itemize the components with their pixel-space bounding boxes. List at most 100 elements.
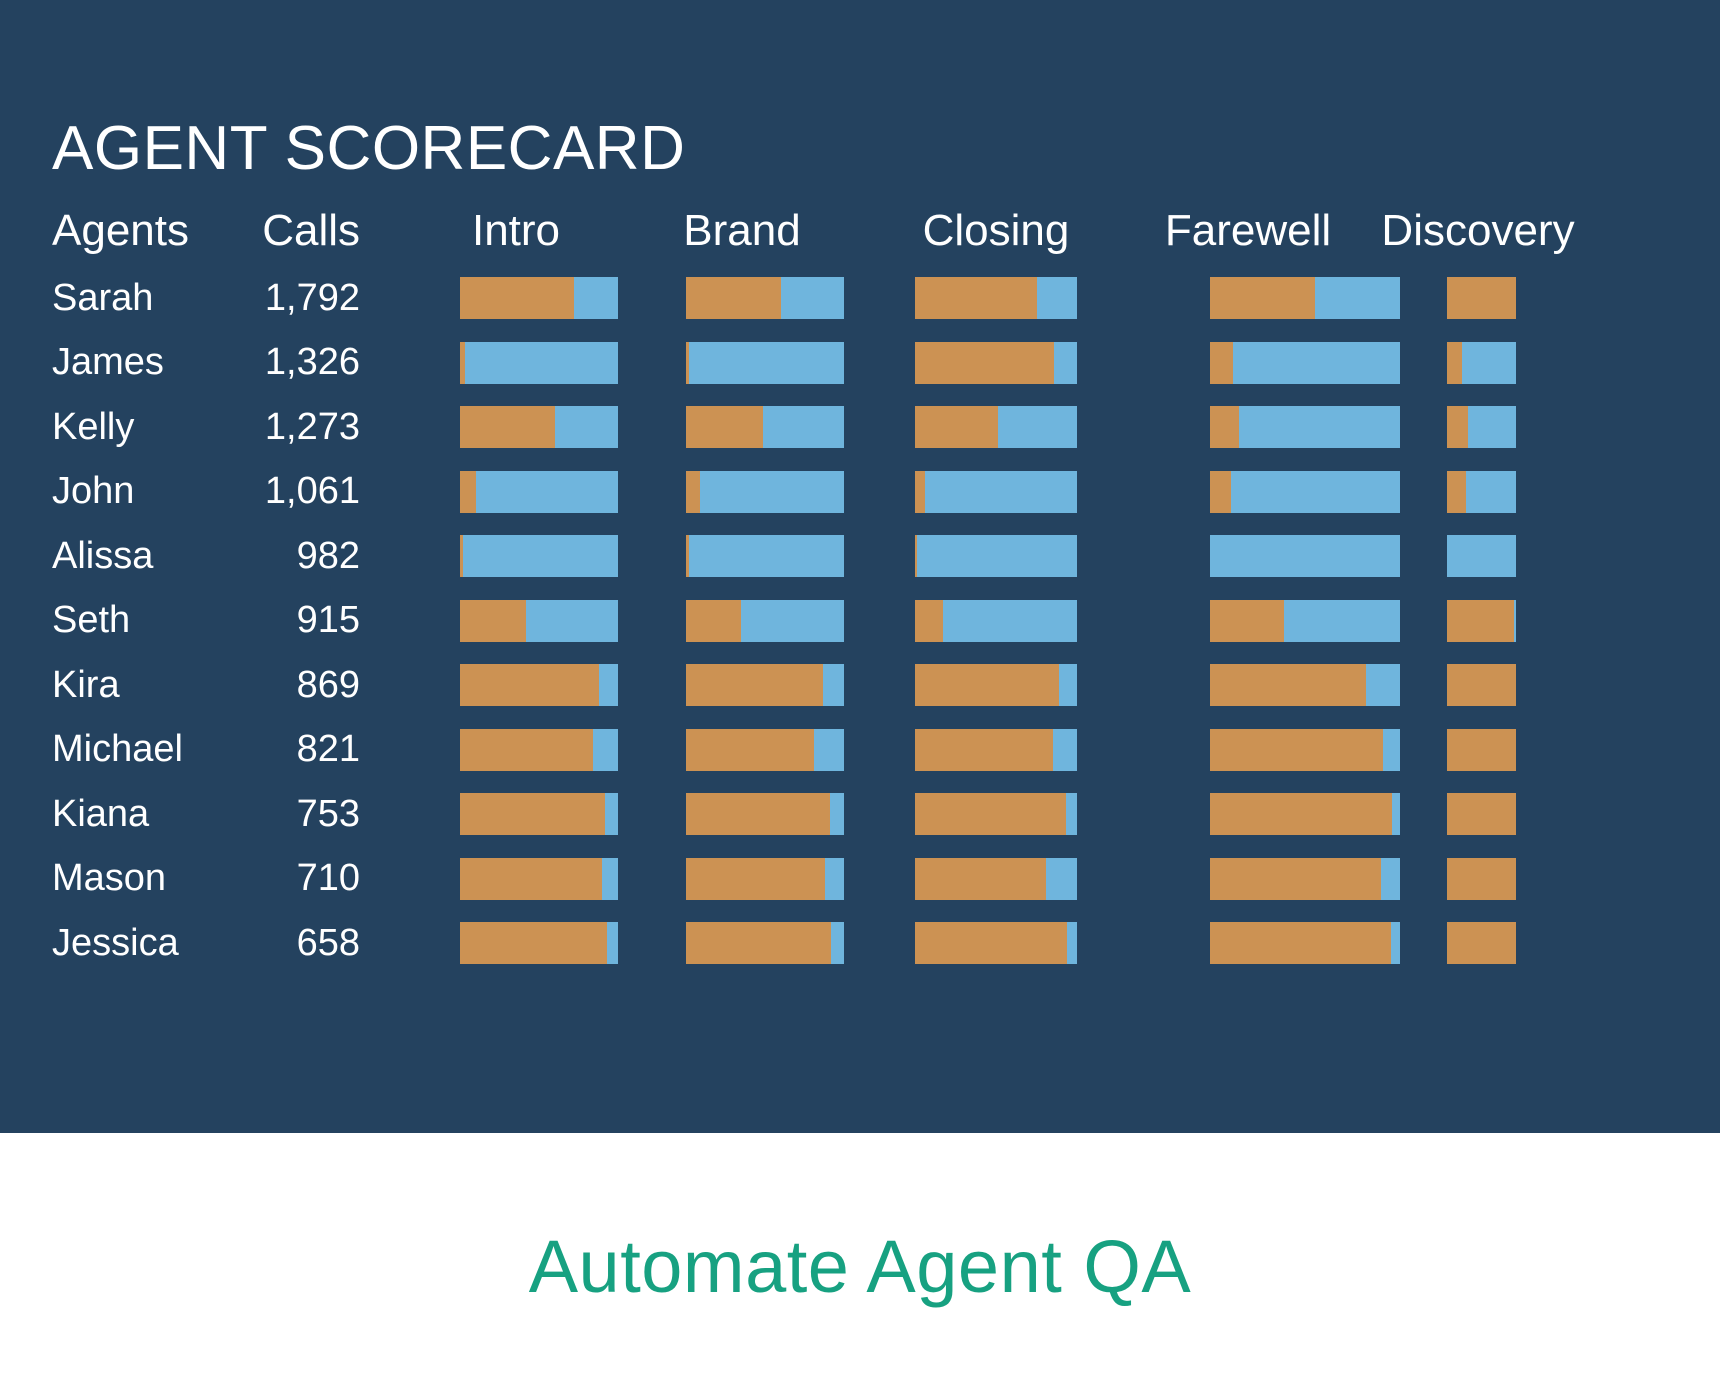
bar-brand[interactable]: [686, 728, 844, 771]
bar-intro[interactable]: [460, 728, 618, 771]
calls-count: 982: [296, 534, 360, 577]
bar-closing[interactable]: [915, 857, 1077, 900]
bar-intro[interactable]: [460, 406, 618, 449]
bar-intro[interactable]: [460, 341, 618, 384]
bar-fill: [915, 277, 1037, 320]
calls-count: 753: [296, 792, 360, 835]
bar-discovery[interactable]: [1447, 922, 1516, 965]
bar-discovery[interactable]: [1447, 728, 1516, 771]
bar-farewell[interactable]: [1210, 728, 1400, 771]
table-row[interactable]: Seth 915: [0, 589, 1720, 654]
table-row[interactable]: Alissa 982: [0, 524, 1720, 589]
bar-fill: [686, 728, 814, 771]
bar-discovery[interactable]: [1447, 277, 1516, 320]
bar-farewell[interactable]: [1210, 470, 1400, 513]
bar-farewell[interactable]: [1210, 922, 1400, 965]
table-row[interactable]: John 1,061: [0, 460, 1720, 525]
bar-discovery[interactable]: [1447, 664, 1516, 707]
bar-fill: [460, 470, 476, 513]
bar-farewell[interactable]: [1210, 793, 1400, 836]
calls-count: 821: [296, 728, 360, 771]
bar-fill: [686, 341, 690, 384]
bar-fill: [1210, 599, 1285, 642]
bar-farewell[interactable]: [1210, 599, 1400, 642]
table-row[interactable]: Michael 821: [0, 718, 1720, 783]
bar-discovery[interactable]: [1447, 857, 1516, 900]
bar-fill: [915, 599, 943, 642]
bar-intro[interactable]: [460, 599, 618, 642]
bar-closing[interactable]: [915, 535, 1077, 578]
table-row[interactable]: Mason 710: [0, 847, 1720, 912]
bar-closing[interactable]: [915, 793, 1077, 836]
bar-fill: [460, 599, 527, 642]
bar-brand[interactable]: [686, 470, 844, 513]
calls-count: 710: [296, 857, 360, 900]
bar-discovery[interactable]: [1447, 470, 1516, 513]
bar-farewell[interactable]: [1210, 277, 1400, 320]
bar-brand[interactable]: [686, 599, 844, 642]
bar-intro[interactable]: [460, 470, 618, 513]
bar-closing[interactable]: [915, 664, 1077, 707]
bar-discovery[interactable]: [1447, 406, 1516, 449]
bar-fill: [460, 857, 603, 900]
bar-closing[interactable]: [915, 728, 1077, 771]
calls-count: 1,792: [264, 276, 360, 319]
bar-farewell[interactable]: [1210, 406, 1400, 449]
bar-fill: [1210, 728, 1383, 771]
calls-count: 658: [296, 921, 360, 964]
bar-fill: [1210, 922, 1391, 965]
table-row[interactable]: Kelly 1,273: [0, 395, 1720, 460]
bar-brand[interactable]: [686, 664, 844, 707]
bar-brand[interactable]: [686, 406, 844, 449]
bar-fill: [460, 277, 574, 320]
footer-tagline: Automate Agent QA: [528, 1225, 1192, 1308]
scorecard-table: Agents Calls Intro Brand Closing Farewell Di…: [0, 196, 1720, 976]
calls-count: 1,326: [264, 341, 360, 384]
bar-fill: [1447, 857, 1516, 900]
bar-intro[interactable]: [460, 922, 618, 965]
bar-farewell[interactable]: [1210, 857, 1400, 900]
bar-farewell[interactable]: [1210, 664, 1400, 707]
bar-brand[interactable]: [686, 341, 844, 384]
bar-fill: [1210, 277, 1315, 320]
bar-intro[interactable]: [460, 277, 618, 320]
bar-closing[interactable]: [915, 406, 1077, 449]
bar-discovery[interactable]: [1447, 599, 1516, 642]
bar-farewell[interactable]: [1210, 341, 1400, 384]
bar-brand[interactable]: [686, 793, 844, 836]
table-row[interactable]: James 1,326: [0, 331, 1720, 396]
bar-fill: [915, 922, 1068, 965]
bar-fill: [1447, 922, 1516, 965]
bar-closing[interactable]: [915, 277, 1077, 320]
table-row[interactable]: Kira 869: [0, 653, 1720, 718]
bar-intro[interactable]: [460, 535, 618, 578]
bar-closing[interactable]: [915, 599, 1077, 642]
bar-intro[interactable]: [460, 664, 618, 707]
bar-brand[interactable]: [686, 535, 844, 578]
bar-fill: [460, 341, 465, 384]
bar-brand[interactable]: [686, 857, 844, 900]
bar-intro[interactable]: [460, 793, 618, 836]
table-row[interactable]: Jessica 658: [0, 911, 1720, 976]
bar-discovery[interactable]: [1447, 793, 1516, 836]
table-row[interactable]: Kiana 753: [0, 782, 1720, 847]
bar-farewell[interactable]: [1210, 535, 1400, 578]
bar-fill: [1447, 664, 1516, 707]
bar-discovery[interactable]: [1447, 341, 1516, 384]
bar-fill: [915, 406, 998, 449]
bar-closing[interactable]: [915, 922, 1077, 965]
bar-closing[interactable]: [915, 470, 1077, 513]
bar-brand[interactable]: [686, 277, 844, 320]
bar-brand[interactable]: [686, 922, 844, 965]
bar-fill: [915, 728, 1053, 771]
calls-count: 1,273: [264, 405, 360, 448]
table-row[interactable]: Sarah 1,792: [0, 266, 1720, 331]
bar-discovery[interactable]: [1447, 535, 1516, 578]
bar-closing[interactable]: [915, 341, 1077, 384]
bar-intro[interactable]: [460, 857, 618, 900]
bar-fill: [915, 664, 1060, 707]
bar-fill: [1210, 793, 1393, 836]
bar-fill: [1447, 406, 1468, 449]
bar-fill: [1210, 857, 1381, 900]
scorecard-card: AGENT SCORECARD Agents Calls Intro Brand C…: [0, 0, 1720, 1133]
